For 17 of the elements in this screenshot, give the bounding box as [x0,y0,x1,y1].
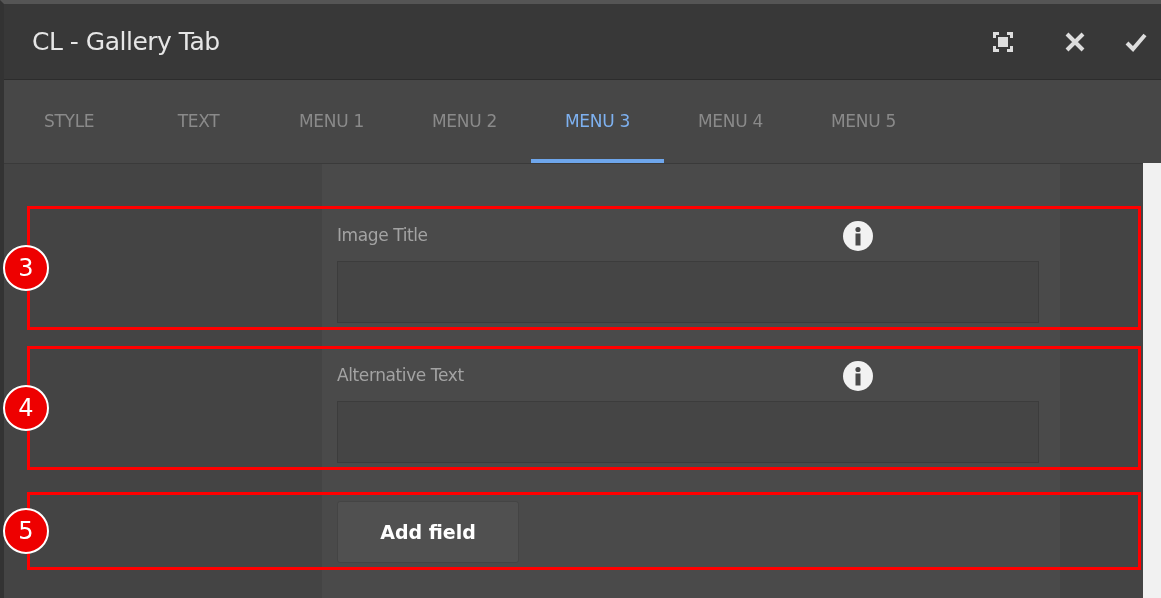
tab[interactable]: TEXT [132,80,265,163]
annotation-number: 3 [3,245,49,291]
annotation-number: 5 [3,508,49,554]
scrollbar[interactable] [1143,163,1161,598]
tab[interactable]: MENU 2 [398,80,531,163]
tab[interactable]: MENU 5 [797,80,930,163]
window-title: CL - Gallery Tab [32,25,221,58]
annotation-number: 4 [3,385,49,431]
tab[interactable]: STYLE [22,80,132,163]
add-field-button[interactable]: Add field [337,501,519,563]
tab[interactable]: MENU 1 [265,80,398,163]
field-label: Image Title [337,224,428,248]
info-icon[interactable] [843,221,873,251]
expand-icon[interactable] [991,29,1015,54]
field-label: Alternative Text [337,364,464,388]
info-icon[interactable] [843,361,873,391]
tab[interactable]: MENU 4 [664,80,797,163]
